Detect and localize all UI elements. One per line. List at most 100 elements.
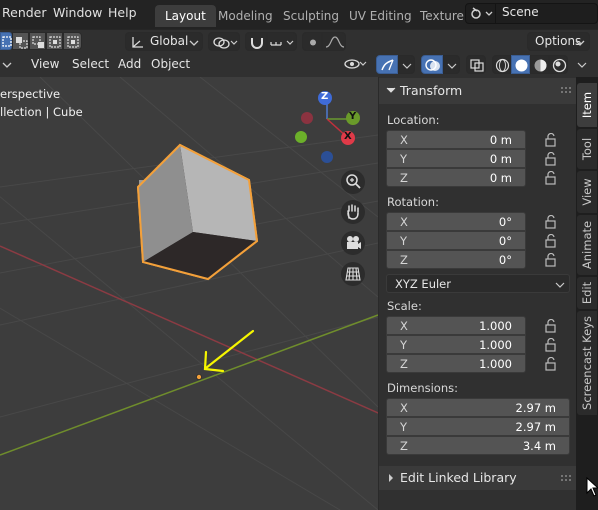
zoom-magnifier-icon <box>346 174 361 189</box>
viewport-menu-object[interactable]: Object <box>151 57 190 71</box>
rotation-z-field[interactable]: Z 0° <box>386 250 526 269</box>
dimensions-z-field[interactable]: Z 3.4 m <box>386 436 570 455</box>
gizmo-toggle[interactable] <box>376 55 398 74</box>
field-value: 3.4 m <box>522 439 556 453</box>
sidebar-tabs: Item Tool View Animate Edit Screencast K… <box>576 77 598 510</box>
select-mode-intersect-button[interactable] <box>63 32 82 50</box>
rotation-y-field[interactable]: Y 0° <box>386 231 526 250</box>
snap-target-dropdown[interactable] <box>267 32 297 51</box>
tab-sculpting[interactable]: Sculpting <box>273 5 349 27</box>
lock-scale-z-icon[interactable] <box>544 357 558 371</box>
edit-linked-library-panel-header[interactable]: Edit Linked Library <box>379 466 577 490</box>
edit-linked-library-title: Edit Linked Library <box>400 470 517 485</box>
field-value: 0 m <box>489 152 512 166</box>
rotation-x-field[interactable]: X 0° <box>386 212 526 231</box>
scale-z-field[interactable]: Z 1.000 <box>386 354 526 373</box>
lock-rotation-z-icon[interactable] <box>544 253 558 267</box>
lock-location-y-icon[interactable] <box>544 152 558 166</box>
proportional-falloff-dropdown[interactable] <box>322 32 346 51</box>
tab-screencast-keys[interactable]: Screencast Keys <box>577 311 597 415</box>
perspective-toggle-button[interactable] <box>341 262 365 286</box>
xray-icon <box>470 59 484 72</box>
top-menu-bar: Render Window Help Layout Modeling Sculp… <box>0 0 598 29</box>
field-axis-label: X <box>400 319 408 333</box>
overlays-toggle[interactable] <box>421 55 443 74</box>
object-visibility-icon[interactable] <box>342 53 368 77</box>
field-axis-label: X <box>400 401 408 415</box>
magnet-icon <box>251 38 263 49</box>
rotation-mode-dropdown[interactable]: XYZ Euler <box>386 274 570 293</box>
tab-modeling[interactable]: Modeling <box>208 5 283 27</box>
dimensions-x-field[interactable]: X 2.97 m <box>386 398 570 417</box>
gizmo-y-label[interactable]: Y <box>349 111 356 122</box>
tab-tool[interactable]: Tool <box>577 129 597 169</box>
snap-toggle[interactable] <box>245 32 267 51</box>
drag-handle-icon[interactable] <box>559 466 573 490</box>
sidebar-item-panel: Transform Location: X 0 m Y 0 m Z 0 m Rotat… <box>378 77 577 510</box>
menu-render[interactable]: Render <box>2 5 47 20</box>
scale-x-field[interactable]: X 1.000 <box>386 316 526 335</box>
lock-rotation-x-icon[interactable] <box>544 215 558 229</box>
shading-wireframe-button[interactable] <box>492 55 511 74</box>
collapse-arrow-icon <box>386 87 396 93</box>
drag-handle-icon[interactable] <box>559 78 573 104</box>
orientation-dropdown[interactable]: Global <box>125 32 203 51</box>
location-z-field[interactable]: Z 0 m <box>386 168 526 187</box>
viewport-menu-view[interactable]: View <box>31 57 59 71</box>
viewport-menu-add[interactable]: Add <box>118 57 141 71</box>
tab-screencast-keys-label: Screencast Keys <box>580 316 594 410</box>
tab-animate[interactable]: Animate <box>577 215 597 275</box>
scale-y-field[interactable]: Y 1.000 <box>386 335 526 354</box>
lock-location-z-icon[interactable] <box>544 171 558 185</box>
scene-name[interactable]: Scene <box>502 5 539 19</box>
pan-button[interactable] <box>341 200 365 224</box>
chevron-down-icon[interactable] <box>0 53 20 77</box>
options-dropdown[interactable]: Options <box>527 32 590 51</box>
select-mode-invert-button[interactable] <box>46 32 63 50</box>
gizmo-z-label[interactable]: Z <box>321 91 328 102</box>
expand-arrow-icon <box>389 474 393 482</box>
scene-browse-button[interactable] <box>466 4 496 23</box>
lock-scale-y-icon[interactable] <box>544 338 558 352</box>
select-mode-subtract-button[interactable] <box>29 32 46 50</box>
field-axis-label: X <box>400 215 408 229</box>
tab-view[interactable]: View <box>577 171 597 213</box>
menu-window[interactable]: Window <box>53 5 102 20</box>
camera-view-button[interactable] <box>341 231 365 255</box>
tool-settings-header: Global Options <box>0 29 598 53</box>
location-x-field[interactable]: X 0 m <box>386 130 526 149</box>
shading-solid-button[interactable] <box>511 55 530 74</box>
viewport-menu-select[interactable]: Select <box>72 57 109 71</box>
zoom-button[interactable] <box>341 170 365 194</box>
pivot-link-icon <box>213 37 238 49</box>
pivot-point-dropdown[interactable] <box>208 32 240 51</box>
overlays-dropdown[interactable] <box>443 55 460 74</box>
proportional-edit-toggle[interactable] <box>302 32 322 51</box>
gizmo-x-label[interactable]: X <box>344 131 352 142</box>
dimensions-y-field[interactable]: Y 2.97 m <box>386 417 570 436</box>
menu-help[interactable]: Help <box>108 5 137 20</box>
field-axis-label: Y <box>400 152 408 166</box>
location-y-field[interactable]: Y 0 m <box>386 149 526 168</box>
shading-material-button[interactable] <box>530 55 549 74</box>
shading-rendered-button[interactable] <box>549 55 568 74</box>
lock-scale-x-icon[interactable] <box>544 319 558 333</box>
lock-rotation-y-icon[interactable] <box>544 234 558 248</box>
scene-icon <box>471 7 493 19</box>
tab-tool-label: Tool <box>580 137 594 161</box>
tab-layout[interactable]: Layout <box>155 5 216 27</box>
tab-item[interactable]: Item <box>577 83 597 127</box>
tab-edit[interactable]: Edit <box>577 277 597 309</box>
shading-options-chevron-icon[interactable] <box>572 53 594 77</box>
lock-location-x-icon[interactable] <box>544 133 558 147</box>
grid-perspective-icon <box>345 267 361 281</box>
xray-toggle[interactable] <box>466 55 486 74</box>
location-label: Location: <box>387 113 440 127</box>
transform-panel-header[interactable]: Transform <box>379 78 577 104</box>
rotation-mode-value: XYZ Euler <box>395 277 451 291</box>
scene-selector[interactable]: Scene <box>465 3 598 24</box>
gizmo-icon <box>381 59 394 71</box>
gizmo-dropdown[interactable] <box>398 55 415 74</box>
select-mode-new-button[interactable] <box>0 32 12 50</box>
select-mode-extend-button[interactable] <box>12 32 29 50</box>
